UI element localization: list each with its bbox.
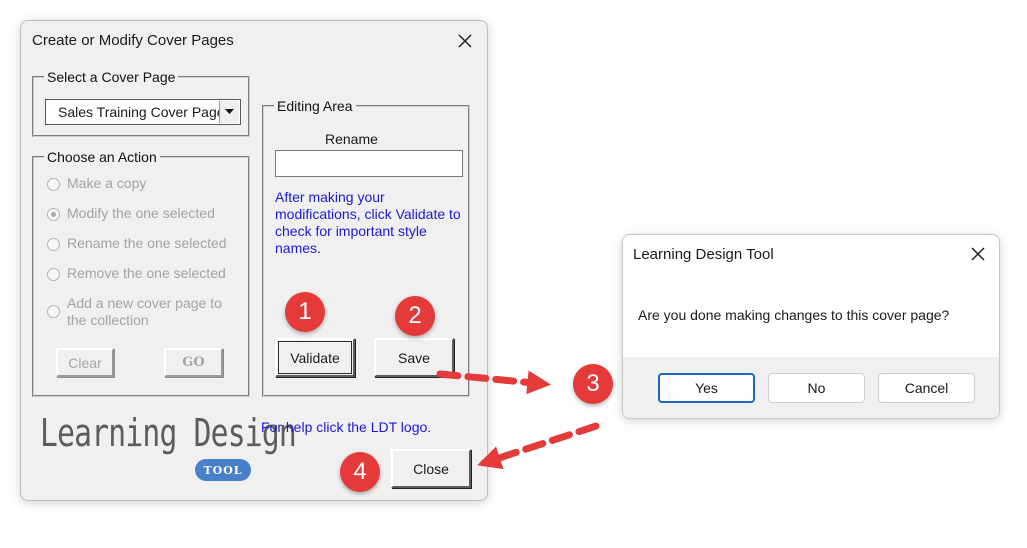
callout-badge-3: 3 (573, 364, 613, 404)
arrow-save-to-confirm (436, 370, 552, 395)
callout-badge-2: 2 (395, 296, 435, 336)
callout-badge-1: 1 (285, 292, 325, 332)
arrow-confirm-to-close (477, 422, 600, 470)
callout-arrows (436, 370, 600, 470)
callout-badge-4: 4 (340, 452, 380, 492)
